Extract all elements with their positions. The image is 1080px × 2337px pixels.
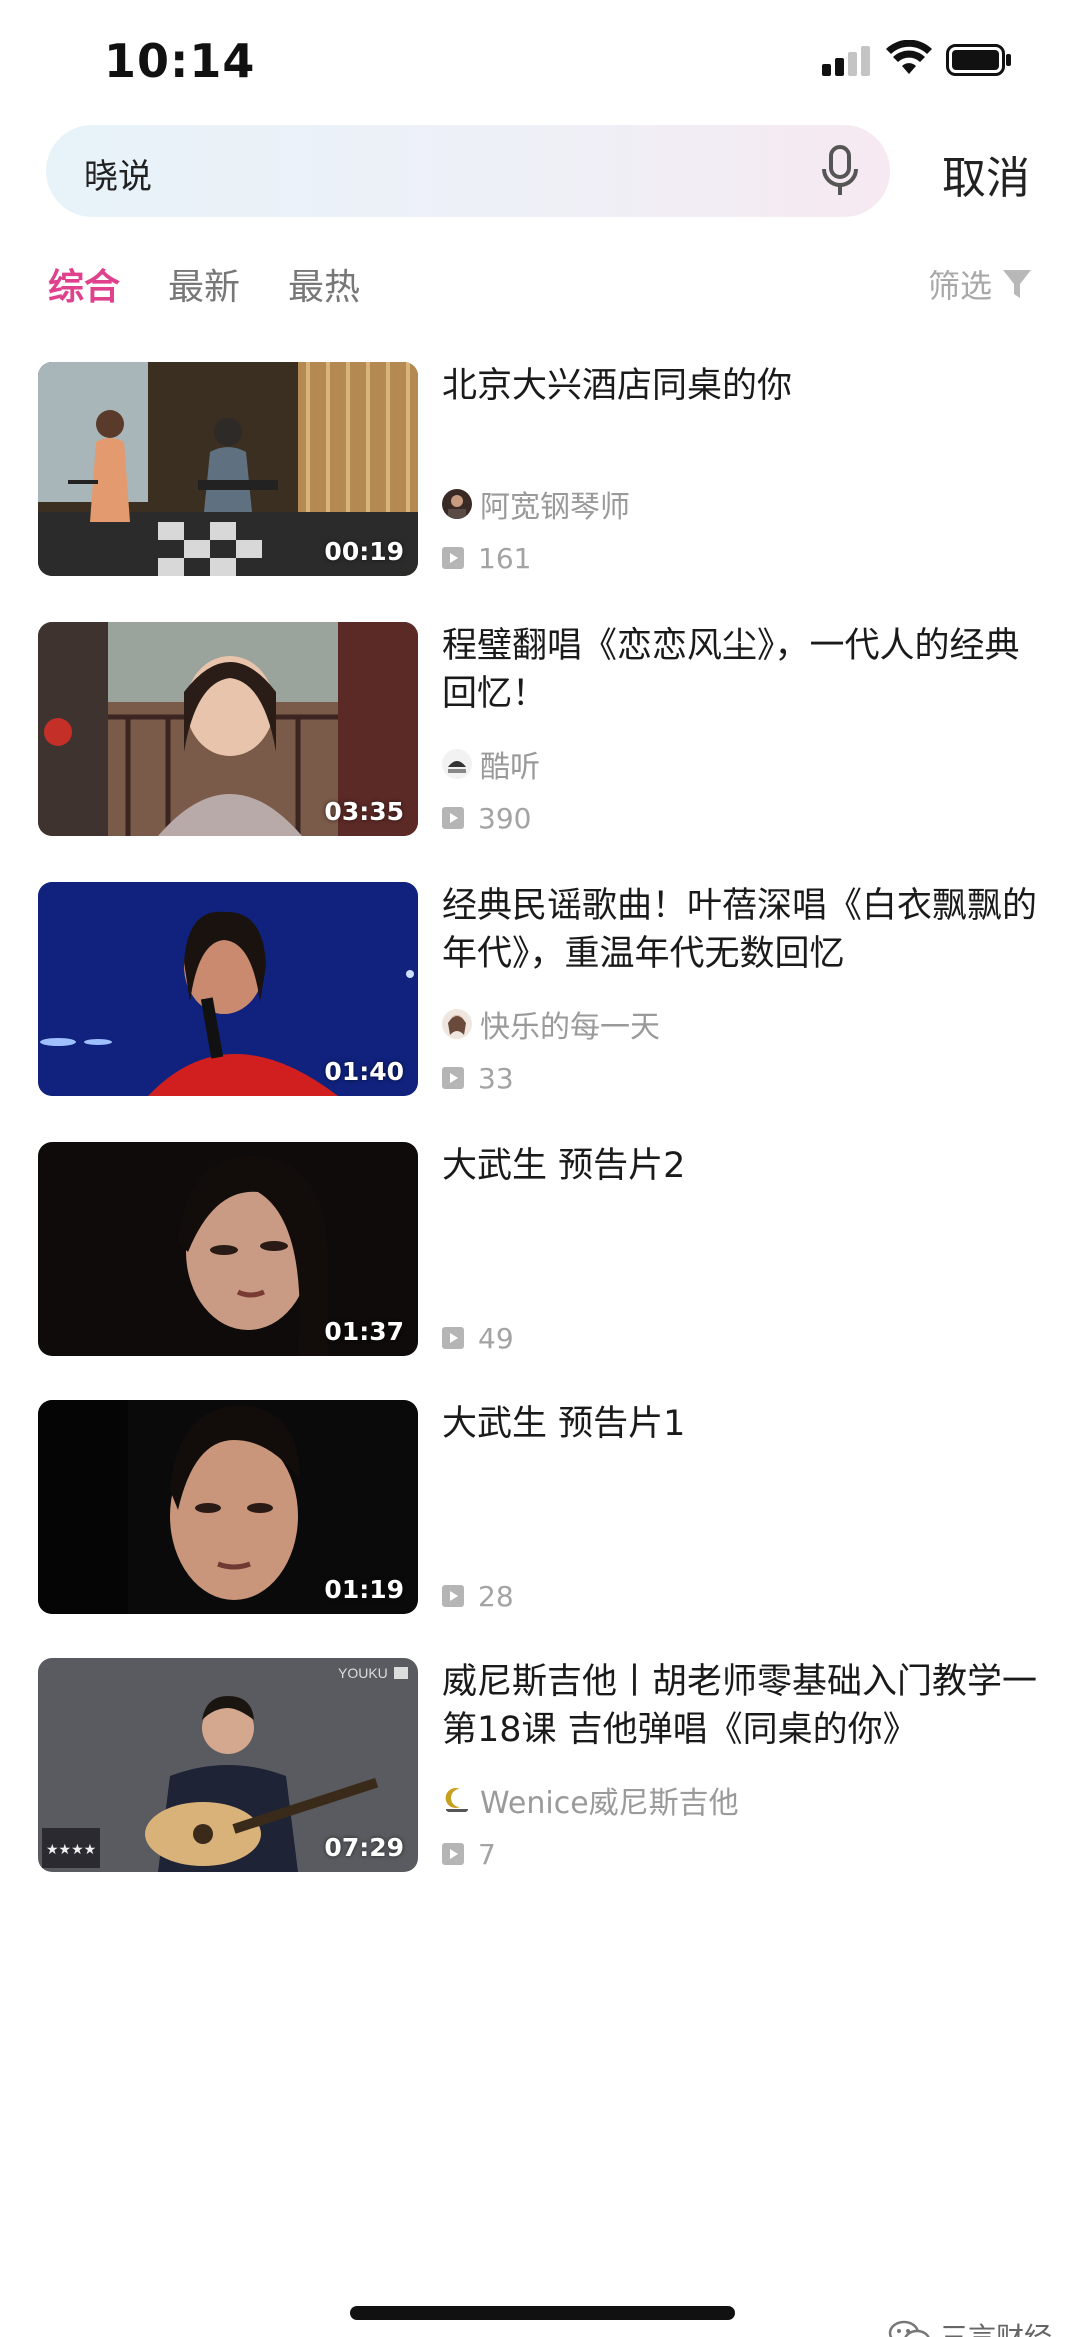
video-item[interactable]: 01:40 经典民谣歌曲！叶蓓深唱《白衣飘飘的年代》，重温年代无数回忆 快乐的每… — [38, 882, 1042, 1096]
watermark: 三言财经 — [888, 2316, 1052, 2337]
view-count: 161 — [478, 541, 532, 575]
wifi-icon — [886, 40, 932, 74]
video-duration: 01:19 — [324, 1575, 404, 1604]
video-title[interactable]: 威尼斯吉他丨胡老师零基础入门教学一第18课 吉他弹唱《同桌的你》 — [442, 1658, 1042, 1754]
watermark-text: 三言财经 — [940, 2316, 1052, 2337]
search-bar[interactable]: 晓说 — [46, 125, 890, 217]
video-thumbnail[interactable]: 00:19 — [38, 362, 418, 576]
video-views: 161 — [442, 540, 531, 576]
play-count-icon — [442, 807, 464, 829]
video-views: 49 — [442, 1320, 514, 1356]
video-views: 390 — [442, 800, 531, 836]
battery-icon — [946, 44, 1011, 76]
status-time: 10:14 — [104, 34, 256, 88]
author-name: 阿宽钢琴师 — [480, 490, 630, 525]
video-views: 33 — [442, 1060, 514, 1096]
video-item[interactable]: 03:35 程璧翻唱《恋恋风尘》，一代人的经典回忆！ 酷听 390 — [38, 622, 1042, 836]
video-title[interactable]: 经典民谣歌曲！叶蓓深唱《白衣飘飘的年代》，重温年代无数回忆 — [442, 882, 1042, 978]
cancel-button[interactable]: 取消 — [942, 142, 1030, 206]
tab-latest[interactable]: 最新 — [168, 258, 240, 310]
play-count-icon — [442, 1585, 464, 1607]
video-duration: 01:40 — [324, 1057, 404, 1086]
video-author[interactable]: 阿宽钢琴师 — [442, 486, 630, 525]
play-count-icon — [442, 1327, 464, 1349]
video-item[interactable]: 01:19 大武生 预告片1 28 — [38, 1400, 1042, 1614]
home-indicator[interactable] — [350, 2306, 735, 2320]
video-item[interactable]: 01:37 大武生 预告片2 49 — [38, 1142, 1042, 1356]
play-count-icon — [442, 547, 464, 569]
view-count: 33 — [478, 1061, 514, 1095]
video-duration: 07:29 — [324, 1833, 404, 1862]
play-count-icon — [442, 1067, 464, 1089]
video-duration: 01:37 — [324, 1317, 404, 1346]
author-name: 快乐的每一天 — [480, 1010, 660, 1045]
video-views: 7 — [442, 1836, 496, 1872]
author-name: 酷听 — [480, 750, 540, 785]
view-count: 49 — [478, 1321, 514, 1355]
filter-label: 筛选 — [928, 267, 993, 305]
video-thumbnail[interactable]: 01:40 — [38, 882, 418, 1096]
search-input[interactable]: 晓说 — [84, 149, 152, 198]
view-count: 390 — [478, 801, 532, 835]
video-author[interactable]: 酷听 — [442, 746, 540, 785]
video-author[interactable]: 快乐的每一天 — [442, 1006, 660, 1045]
video-duration: 00:19 — [324, 537, 404, 566]
video-views: 28 — [442, 1578, 514, 1614]
avatar — [442, 489, 472, 519]
status-bar: 10:14 — [0, 0, 1080, 120]
avatar — [442, 1009, 472, 1039]
svg-text:★★★★: ★★★★ — [46, 1841, 96, 1857]
tab-hottest[interactable]: 最热 — [288, 258, 360, 310]
filter-button[interactable]: 筛选 — [928, 262, 1032, 306]
avatar — [442, 749, 472, 779]
video-title[interactable]: 程璧翻唱《恋恋风尘》，一代人的经典回忆！ — [442, 622, 1042, 718]
author-name: Wenice威尼斯吉他 — [480, 1786, 739, 1821]
video-thumbnail[interactable]: YOUKU ★★★★ 07:29 — [38, 1658, 418, 1872]
filter-funnel-icon — [1003, 270, 1032, 298]
video-title[interactable]: 北京大兴酒店同桌的你 — [442, 362, 1042, 410]
cellular-signal-icon — [822, 46, 872, 76]
video-thumbnail[interactable]: 01:19 — [38, 1400, 418, 1614]
video-title[interactable]: 大武生 预告片1 — [442, 1400, 1042, 1448]
video-item[interactable]: 00:19 北京大兴酒店同桌的你 阿宽钢琴师 161 — [38, 362, 1042, 576]
video-thumbnail[interactable]: 01:37 — [38, 1142, 418, 1356]
video-item[interactable]: YOUKU ★★★★ 07:29 威尼斯吉他丨胡老师零基础入门教学一第18课 吉… — [38, 1658, 1042, 1872]
video-title[interactable]: 大武生 预告片2 — [442, 1142, 1042, 1190]
view-count: 7 — [478, 1837, 496, 1871]
microphone-icon[interactable] — [820, 145, 860, 197]
view-count: 28 — [478, 1579, 514, 1613]
play-count-icon — [442, 1843, 464, 1865]
video-thumbnail[interactable]: 03:35 — [38, 622, 418, 836]
video-author[interactable]: Wenice威尼斯吉他 — [442, 1782, 739, 1821]
avatar — [442, 1785, 472, 1815]
tab-comprehensive[interactable]: 综合 — [48, 258, 120, 310]
wechat-icon — [888, 2320, 930, 2337]
video-duration: 03:35 — [324, 797, 404, 826]
svg-text:YOUKU: YOUKU — [338, 1665, 388, 1681]
